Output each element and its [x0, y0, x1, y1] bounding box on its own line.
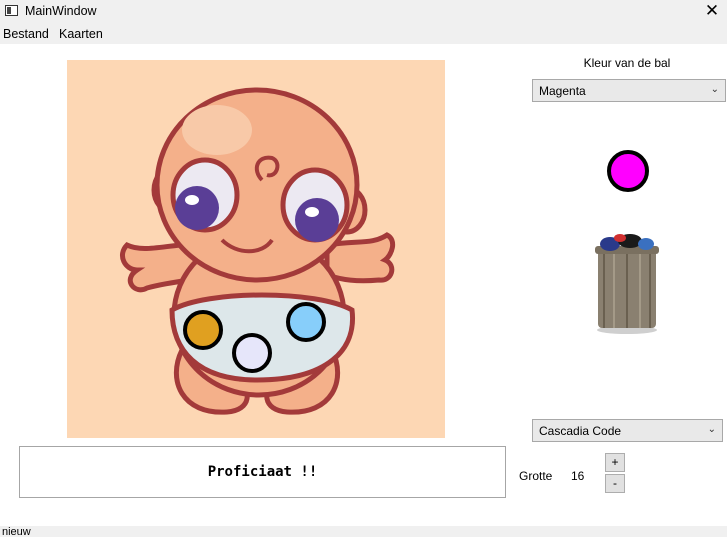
drawing-canvas[interactable]: [67, 60, 445, 438]
ball-gold[interactable]: [183, 310, 223, 350]
ball-lightblue[interactable]: [286, 302, 326, 342]
menu-bar: Bestand Kaarten: [0, 24, 727, 44]
increase-size-button[interactable]: +: [605, 453, 625, 472]
ball-color-combobox[interactable]: Magenta ⌄: [532, 79, 726, 102]
close-button[interactable]: ✕: [701, 1, 723, 21]
font-combobox[interactable]: Cascadia Code ⌄: [532, 419, 723, 442]
status-text: nieuw: [2, 526, 31, 537]
ball-lavender[interactable]: [232, 333, 272, 373]
ball-color-label: Kleur van de bal: [583, 56, 671, 70]
title-bar: MainWindow ✕: [0, 0, 727, 24]
chevron-down-icon: ⌄: [707, 424, 716, 435]
trash-can-icon[interactable]: [590, 230, 665, 335]
message-text: Proficiaat !!: [207, 464, 318, 480]
font-value: Cascadia Code: [539, 424, 622, 438]
window-title: MainWindow: [25, 4, 97, 18]
chevron-down-icon: ⌄: [710, 84, 719, 95]
baby-illustration: [120, 87, 396, 415]
size-label: Grotte: [519, 469, 553, 483]
decrease-size-button[interactable]: -: [605, 474, 625, 493]
app-icon: [5, 5, 18, 16]
ball-color-value: Magenta: [539, 84, 586, 98]
preview-ball[interactable]: [607, 150, 649, 192]
message-box: Proficiaat !!: [19, 446, 506, 498]
status-bar: nieuw: [0, 526, 727, 537]
menu-bestand[interactable]: Bestand: [3, 27, 49, 41]
size-value: 16: [571, 469, 585, 483]
menu-kaarten[interactable]: Kaarten: [59, 27, 103, 41]
